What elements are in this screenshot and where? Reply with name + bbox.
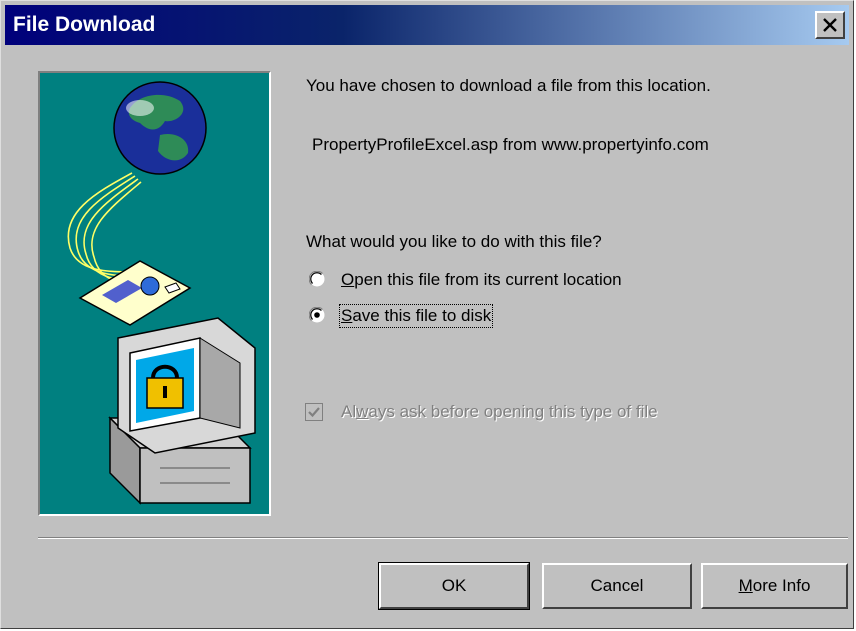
open-option-label[interactable]: Open this file from its current location: [341, 270, 622, 290]
window-title: File Download: [13, 13, 156, 36]
always-ask-label[interactable]: Always ask before opening this type of f…: [341, 402, 658, 422]
globe-icon: [113, 81, 207, 175]
always-ask-checkbox[interactable]: [305, 403, 323, 421]
open-option-radio[interactable]: [309, 271, 325, 287]
question-label: What would you like to do with this file…: [306, 232, 602, 251]
title-bar[interactable]: File Download: [5, 5, 849, 45]
always-ask-mnemonic: w: [356, 402, 369, 421]
file-source: PropertyProfileExcel.asp from www.proper…: [312, 135, 709, 154]
more-info-text: ore Info: [752, 576, 811, 595]
always-ask-pre: Al: [341, 402, 357, 421]
file-download-dialog: File Download You have chosen to downloa…: [0, 0, 854, 629]
more-info-button[interactable]: More Info: [701, 563, 848, 609]
save-option-radio[interactable]: [309, 307, 325, 323]
computer-icon: [108, 317, 256, 505]
more-info-mnemonic: M: [738, 576, 753, 595]
download-illustration: [38, 71, 271, 516]
ok-button[interactable]: OK: [378, 562, 530, 610]
divider: [38, 537, 848, 539]
close-button[interactable]: [815, 11, 845, 39]
open-option-text: pen this file from its current location: [354, 270, 622, 289]
open-option-mnemonic: O: [341, 270, 355, 289]
close-icon: [823, 18, 837, 32]
radio-selected-dot: [314, 312, 320, 318]
always-ask-text: ays ask before opening this type of file: [368, 402, 658, 421]
save-option-mnemonic: S: [341, 306, 353, 325]
download-message: You have chosen to download a file from …: [306, 76, 711, 95]
cancel-button[interactable]: Cancel: [542, 563, 692, 609]
save-option-label[interactable]: Save this file to disk: [338, 304, 494, 328]
save-option-text: ave this file to disk: [352, 306, 492, 325]
